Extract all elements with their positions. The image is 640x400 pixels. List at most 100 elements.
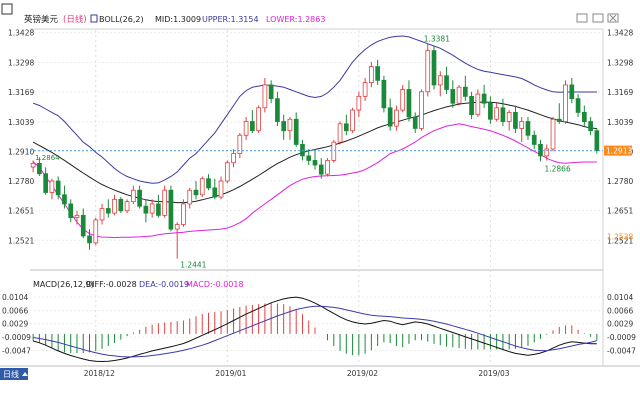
candle-body — [419, 91, 424, 129]
candle-body — [337, 123, 343, 143]
candle-body — [331, 141, 337, 161]
y-tick-left: 1.3169 — [8, 88, 34, 97]
y-tick-right: 1.3298 — [607, 58, 633, 67]
candle-body — [506, 111, 512, 122]
candle-body — [149, 203, 155, 214]
left-mark-annotation: 1.2864 — [35, 154, 60, 162]
candle-body — [325, 160, 330, 175]
candle-body — [293, 118, 299, 145]
macd-tick-right: 0.0104 — [607, 293, 633, 302]
candle-body — [488, 102, 493, 120]
chart-menu-icon[interactable] — [1, 3, 13, 15]
candle-body — [556, 118, 562, 122]
y-tick-left: 1.3428 — [8, 29, 34, 38]
boll-label: BOLL(26,2) — [99, 15, 144, 24]
macd-tick-right: -0.0047 — [607, 347, 636, 356]
candle-body — [62, 194, 67, 205]
candle-body — [74, 214, 80, 219]
candle-body — [581, 111, 587, 122]
candle-body — [412, 116, 418, 129]
right-low-annotation: 1.2866 — [544, 164, 570, 173]
macd-tick-left: 0.0066 — [2, 307, 28, 316]
candle-body — [187, 189, 193, 205]
y-tick-right: 1.2651 — [607, 207, 633, 216]
macd-diff-value: DIFF:-0.0028 — [86, 280, 137, 289]
candle-body — [168, 189, 174, 230]
candle-body — [462, 86, 468, 97]
candle-body — [400, 89, 406, 111]
low-annotation: 1.2441 — [180, 261, 206, 270]
candle-body — [481, 93, 487, 104]
candle-body — [362, 82, 368, 97]
candle-body — [475, 93, 481, 116]
candle-body — [49, 180, 55, 193]
candle-body — [356, 95, 362, 111]
boll-upper-value: UPPER:1.3154 — [202, 15, 259, 24]
candle-body — [212, 187, 218, 198]
y-tick-right: 1.3169 — [607, 88, 633, 97]
candle-body — [181, 203, 186, 225]
candle-body — [375, 66, 380, 81]
high-annotation: 1.3381 — [424, 35, 450, 44]
candle-body — [343, 123, 349, 132]
candle-body — [550, 118, 556, 150]
y-tick-left: 1.3298 — [8, 58, 34, 67]
candle-body — [500, 107, 506, 122]
candle-body — [531, 134, 537, 145]
candle-body — [394, 109, 399, 127]
candle-body — [444, 75, 449, 90]
candle-body — [174, 224, 180, 230]
candle-body — [575, 98, 581, 113]
candle-body — [55, 180, 61, 196]
forex-chart[interactable]: 1.3428 1.3428 1.3298 1.3298 1.3169 1.3169 1.30… — [0, 0, 640, 400]
candle-body — [425, 50, 431, 93]
candle-body — [369, 66, 374, 84]
candle-body — [544, 148, 550, 157]
candle-body — [450, 89, 456, 104]
candle-body — [124, 201, 130, 212]
macd-tick-right: 0.0066 — [607, 307, 633, 316]
candle-body — [199, 178, 205, 196]
candle-body — [87, 235, 92, 244]
candle-body — [231, 153, 236, 164]
period-label: (日线) — [63, 14, 87, 25]
candle-body — [494, 107, 499, 120]
macd-tick-left: -0.0009 — [2, 333, 31, 342]
candle-body — [456, 86, 462, 104]
candle-body — [350, 109, 355, 132]
candle-body — [112, 198, 117, 214]
symbol-name: 英镑美元 — [24, 14, 59, 25]
macd-tick-right: 0.0029 — [607, 320, 633, 329]
candle-body — [268, 84, 274, 100]
candle-body — [43, 173, 49, 193]
candle-body — [118, 198, 124, 212]
candle-body — [143, 205, 149, 214]
candle-body — [318, 164, 324, 175]
candle-body — [30, 163, 36, 168]
candle-body — [156, 203, 161, 216]
x-tick-label: 2019/02 — [347, 369, 378, 378]
candle-body — [519, 121, 525, 129]
macd-tick-left: 0.0104 — [2, 293, 28, 302]
candle-body — [206, 178, 211, 189]
x-tick-label: 2019/01 — [215, 369, 246, 378]
y-tick-right: 1.3428 — [607, 29, 633, 38]
x-tick-label: 2018/12 — [84, 369, 115, 378]
y-tick-right: 1.3039 — [607, 118, 633, 127]
candle-body — [387, 107, 393, 127]
candle-body — [256, 107, 261, 132]
macd-dea-value: DEA:-0.0019 — [139, 280, 189, 289]
y-tick-right: 1.2780 — [607, 177, 633, 186]
y-tick-left: 1.2651 — [8, 207, 34, 216]
y-tick-left: 1.2910 — [8, 147, 34, 156]
candle-body — [275, 98, 280, 122]
candle-body — [131, 189, 136, 203]
y-tick-left: 1.2521 — [8, 236, 34, 245]
candle-body — [594, 130, 600, 152]
boll-lower-value: LOWER:1.2863 — [266, 15, 325, 24]
lower-band-axis-label: 1.2538 — [607, 232, 633, 241]
candle-body — [193, 189, 199, 196]
candle-body — [469, 95, 474, 116]
candle-body — [569, 84, 575, 100]
candle-body — [243, 121, 249, 136]
